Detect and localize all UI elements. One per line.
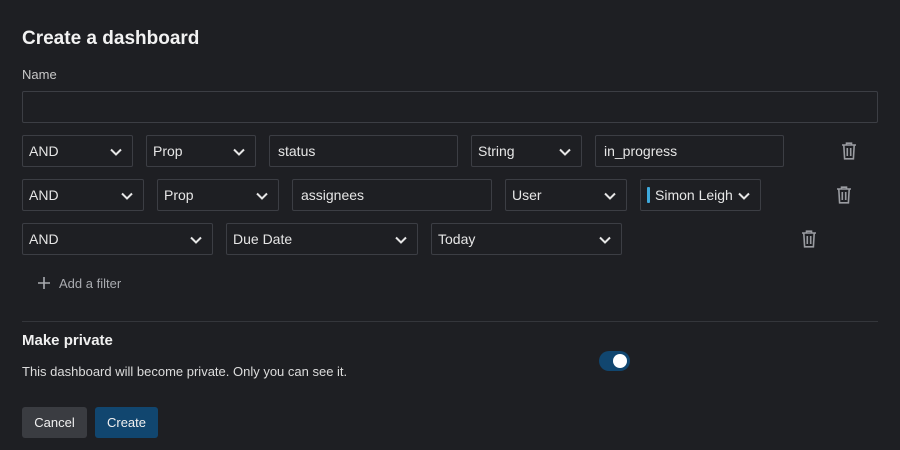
dialog-title: Create a dashboard [22, 28, 200, 49]
chevron-down-icon [395, 236, 407, 244]
chevron-down-icon [599, 236, 611, 244]
add-filter-button[interactable]: Add a filter [38, 273, 121, 293]
filter-3-kind-label: Due Date [233, 231, 293, 247]
filter-1-property-input[interactable]: status [269, 135, 458, 167]
cancel-button[interactable]: Cancel [22, 407, 87, 438]
chevron-down-icon [110, 148, 122, 156]
trash-icon[interactable] [841, 142, 857, 160]
create-button[interactable]: Create [95, 407, 158, 438]
plus-icon [38, 277, 50, 289]
toggle-knob [613, 354, 627, 368]
trash-icon[interactable] [836, 186, 852, 204]
filter-2-value-select[interactable]: Simon Leigh [640, 179, 761, 211]
chevron-down-icon [738, 192, 750, 200]
filter-1-conjunction-label: AND [29, 143, 59, 159]
filter-2-property-input[interactable]: assignees [292, 179, 492, 211]
add-filter-label: Add a filter [59, 275, 122, 291]
chevron-down-icon [256, 192, 268, 200]
filter-2-kind-label: Prop [164, 187, 194, 203]
make-private-description: This dashboard will become private. Only… [22, 364, 348, 379]
make-private-title: Make private [22, 332, 113, 349]
filter-1-conjunction-select[interactable]: AND [22, 135, 133, 167]
filter-2-type-select[interactable]: User [505, 179, 627, 211]
chevron-down-icon [559, 148, 571, 156]
filter-1-kind-select[interactable]: Prop [146, 135, 256, 167]
filter-1-value: in_progress [604, 143, 678, 159]
filter-2-conjunction-label: AND [29, 187, 59, 203]
user-color-marker [647, 187, 650, 204]
section-divider [22, 321, 878, 322]
filter-1-value-input[interactable]: in_progress [595, 135, 784, 167]
filter-2-property-value: assignees [301, 187, 365, 203]
chevron-down-icon [190, 236, 202, 244]
filter-2-conjunction-select[interactable]: AND [22, 179, 144, 211]
filter-1-property-value: status [278, 143, 316, 159]
filter-3-value: Today [438, 231, 476, 247]
chevron-down-icon [604, 192, 616, 200]
trash-icon[interactable] [801, 230, 817, 248]
filter-3-kind-select[interactable]: Due Date [226, 223, 418, 255]
filter-1-kind-label: Prop [153, 143, 183, 159]
filter-2-kind-select[interactable]: Prop [157, 179, 279, 211]
filter-3-conjunction-select[interactable]: AND [22, 223, 213, 255]
filter-3-conjunction-label: AND [29, 231, 59, 247]
filter-2-value: Simon Leigh [655, 187, 733, 203]
name-input[interactable] [22, 91, 878, 123]
filter-3-value-select[interactable]: Today [431, 223, 622, 255]
make-private-toggle[interactable] [599, 351, 630, 371]
filter-1-type-label: String [478, 143, 515, 159]
name-label: Name [22, 67, 57, 82]
filter-1-type-select[interactable]: String [471, 135, 582, 167]
chevron-down-icon [121, 192, 133, 200]
chevron-down-icon [233, 148, 245, 156]
filter-2-type-label: User [512, 187, 542, 203]
